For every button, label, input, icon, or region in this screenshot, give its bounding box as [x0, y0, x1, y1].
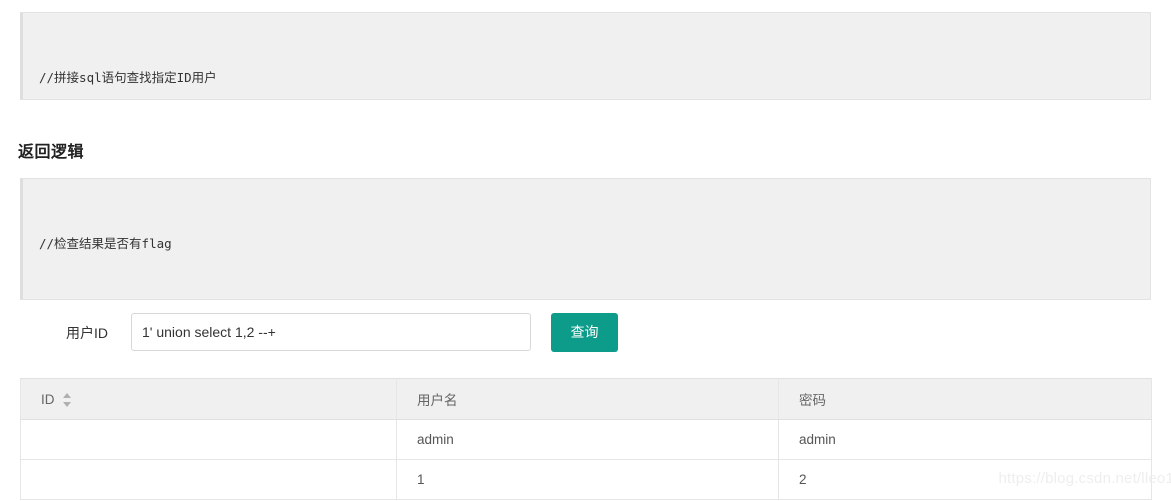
sort-updown-icon[interactable]	[62, 393, 72, 407]
table-row: 1 2	[20, 459, 1152, 500]
cell-password: 2	[778, 459, 1152, 500]
code-line: if($row->username!=='flag'){	[39, 296, 1136, 299]
query-form: 用户ID 查询	[0, 310, 1171, 356]
column-header-label: 用户名	[417, 393, 458, 408]
column-header-label: 密码	[799, 393, 826, 408]
table-row: admin admin	[20, 419, 1152, 460]
column-header-username: 用户名	[396, 378, 779, 420]
cell-id	[20, 419, 397, 460]
column-header-label: ID	[41, 391, 55, 407]
section-heading-return-logic: 返回逻辑	[18, 144, 85, 161]
table-header-row: ID 用户名 密码	[20, 378, 1152, 420]
sql-construction-code-block: //拼接sql语句查找指定ID用户 $sql = "select usernam…	[20, 12, 1151, 100]
cell-id	[20, 459, 397, 500]
results-table-body: admin admin 1 2	[20, 419, 1152, 500]
column-header-id[interactable]: ID	[20, 378, 397, 420]
code-line: //拼接sql语句查找指定ID用户	[39, 70, 217, 85]
query-submit-button[interactable]: 查询	[551, 313, 618, 352]
cell-username: 1	[396, 459, 779, 500]
results-table: ID 用户名 密码 admin admin 1 2	[20, 378, 1152, 500]
user-id-label: 用户ID	[66, 325, 108, 341]
page-root: //拼接sql语句查找指定ID用户 $sql = "select usernam…	[0, 0, 1171, 501]
user-id-input[interactable]	[131, 313, 531, 351]
results-table-head: ID 用户名 密码	[20, 378, 1152, 420]
cell-password: admin	[778, 419, 1152, 460]
column-header-password: 密码	[778, 378, 1152, 420]
cell-username: admin	[396, 419, 779, 460]
return-logic-code-block: //检查结果是否有flag if($row->username!=='flag'…	[20, 178, 1151, 300]
code-line: //检查结果是否有flag	[39, 236, 172, 251]
